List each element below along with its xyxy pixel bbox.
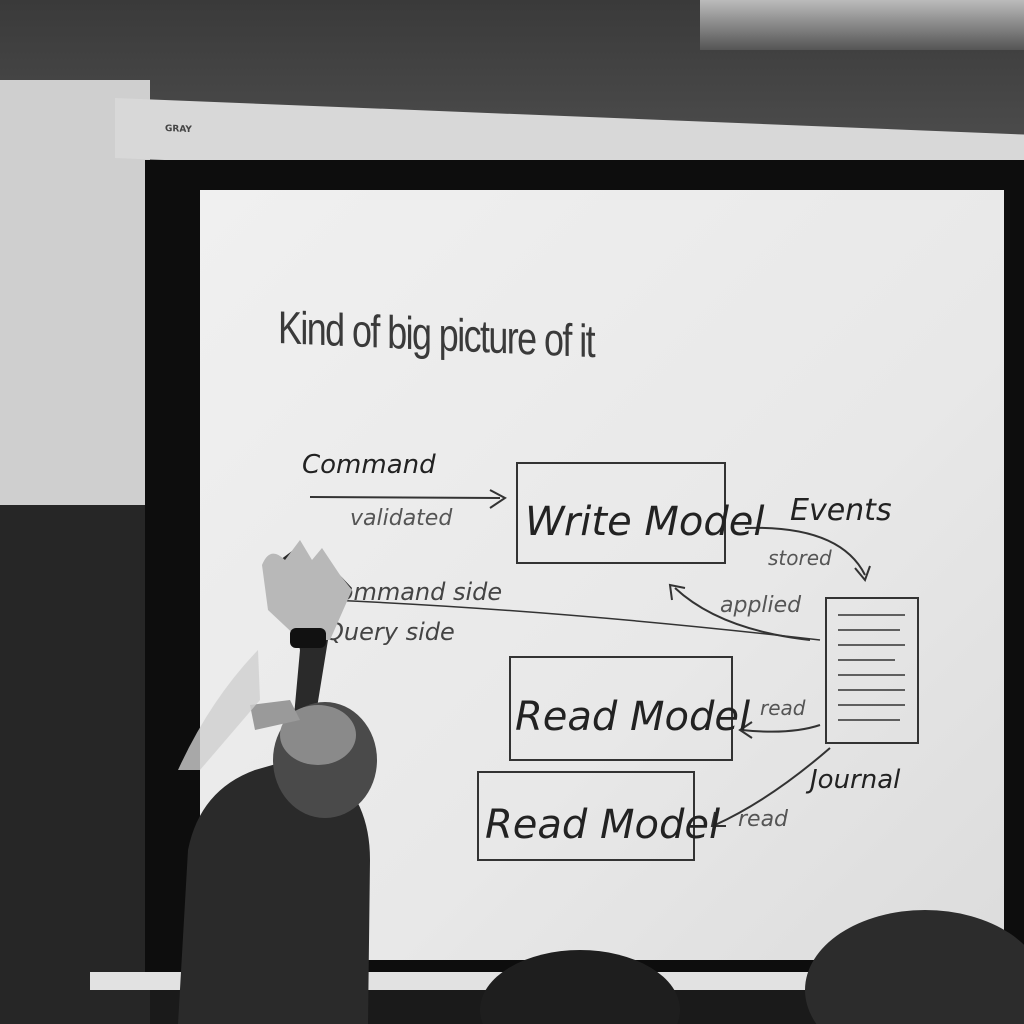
command-label: Command	[302, 450, 436, 480]
command-arrow	[309, 496, 501, 499]
stored-label: stored	[768, 546, 832, 570]
hand-shadow	[178, 650, 260, 770]
read-arrow-1	[741, 724, 821, 733]
slide-diagram: Command validated Write Model Events sto…	[178, 450, 1024, 1024]
read-1-label: read	[760, 696, 806, 720]
validated-label: validated	[350, 506, 453, 531]
applied-label: applied	[720, 593, 802, 618]
presenter	[178, 540, 377, 1024]
query-side-label: Query side	[325, 618, 455, 646]
audience-head-1	[480, 950, 680, 1024]
command-arrow-head	[489, 489, 507, 509]
read-model-2-label: Read Model	[485, 802, 720, 848]
write-model-label: Write Model	[525, 499, 765, 545]
stored-arrow-head	[854, 565, 871, 582]
journal-label: Journal	[805, 765, 901, 795]
read-2-label: read	[738, 807, 789, 832]
applied-arrow-head	[668, 583, 686, 601]
read-model-1-label: Read Model	[515, 694, 750, 740]
events-label: Events	[790, 493, 892, 528]
journal-box	[825, 597, 919, 744]
audience-head-2	[805, 910, 1024, 1024]
